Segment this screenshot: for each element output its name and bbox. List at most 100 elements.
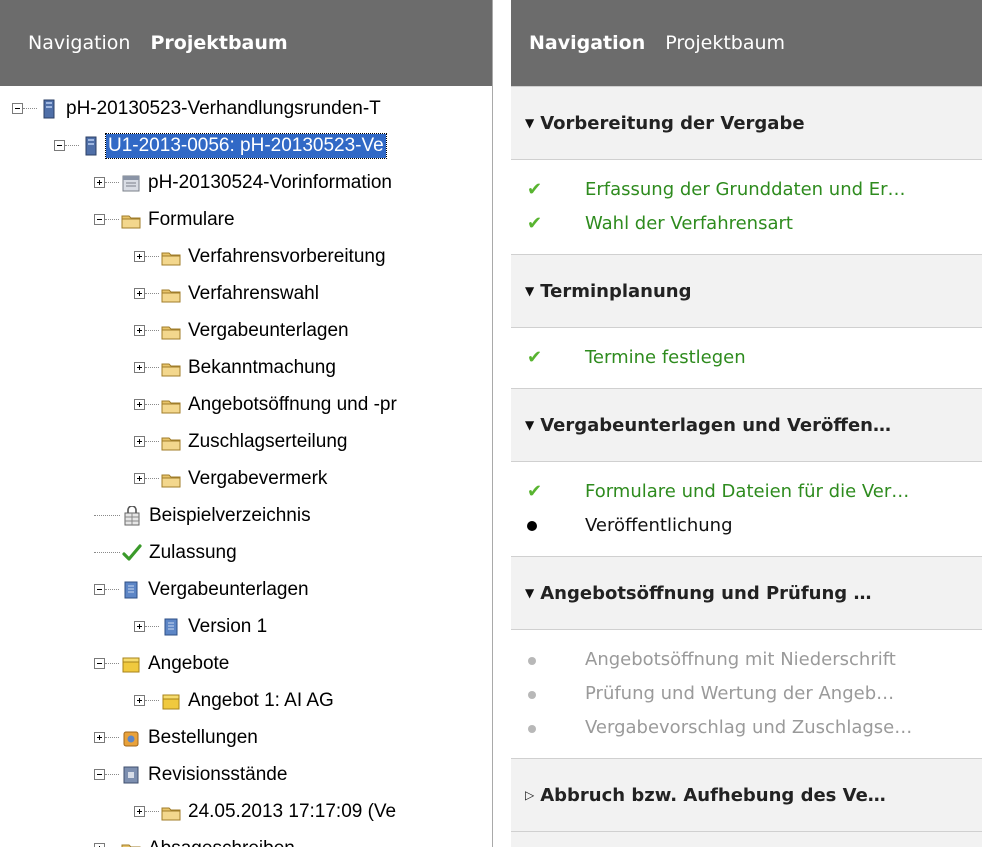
tree-node[interactable]: Zuschlagserteilung <box>0 423 492 460</box>
tab-navigation[interactable]: Navigation <box>529 32 645 54</box>
left-panel-header: Navigation Projektbaum <box>0 0 492 86</box>
tree-connector <box>105 182 119 183</box>
tree-node-label[interactable]: U1-2013-0056: pH-20130523-Ve <box>105 132 387 159</box>
collapse-toggle-icon[interactable] <box>94 769 105 780</box>
expand-toggle-icon[interactable] <box>134 436 145 447</box>
expand-toggle-icon[interactable] <box>134 251 145 262</box>
expand-toggle-icon[interactable] <box>94 732 105 743</box>
tree-node[interactable]: Angebot 1: AI AG <box>0 682 492 719</box>
checkmark-icon <box>122 543 142 563</box>
tree-node[interactable]: Revisionsstände <box>0 756 492 793</box>
tab-navigation[interactable]: Navigation <box>28 32 130 54</box>
tab-projektbaum[interactable]: Projektbaum <box>665 32 785 54</box>
project-tree: pH-20130523-Verhandlungsrunden-T U1-2013-… <box>0 86 492 847</box>
lock-table-icon <box>122 504 142 526</box>
section-header[interactable]: ▼ Vorbereitung der Vergabe <box>511 86 982 160</box>
triangle-down-icon: ▼ <box>525 284 535 298</box>
tree-node-label[interactable]: Verfahrensvorbereitung <box>186 245 388 269</box>
tree-node-label[interactable]: Angebot 1: AI AG <box>186 689 336 713</box>
workflow-step[interactable]: Veröffentlichung <box>511 508 982 542</box>
workflow-step[interactable]: ✔ Termine festlegen <box>511 340 982 374</box>
expand-toggle-icon[interactable] <box>94 843 105 847</box>
tree-node-label[interactable]: Zulassung <box>147 541 239 565</box>
server-icon <box>39 99 59 119</box>
section-title: Vergabeunterlagen und Veröffen… <box>540 414 891 436</box>
tree-node-label[interactable]: Revisionsstände <box>146 763 289 787</box>
folder-icon <box>121 210 141 230</box>
tree-node[interactable]: Vergabevermerk <box>0 460 492 497</box>
tree-node[interactable]: pH-20130523-Verhandlungsrunden-T <box>0 90 492 127</box>
tree-node-label[interactable]: Bestellungen <box>146 726 260 750</box>
tree-node-label[interactable]: Absageschreiben <box>146 837 297 847</box>
tree-node-label[interactable]: 24.05.2013 17:17:09 (Ve <box>186 800 398 824</box>
collapse-toggle-icon[interactable] <box>12 103 23 114</box>
tree-node-label[interactable]: Angebote <box>146 652 231 676</box>
expand-toggle-icon[interactable] <box>134 621 145 632</box>
tree-connector <box>105 774 119 775</box>
expand-toggle-icon[interactable] <box>134 325 145 336</box>
tree-node[interactable]: 24.05.2013 17:17:09 (Ve <box>0 793 492 830</box>
tree-node[interactable]: Zulassung <box>0 534 492 571</box>
expand-toggle-icon[interactable] <box>134 473 145 484</box>
panel-separator <box>493 0 511 847</box>
collapse-toggle-icon[interactable] <box>94 214 105 225</box>
tree-node[interactable]: Bekanntmachung <box>0 349 492 386</box>
tree-node-label[interactable]: Zuschlagserteilung <box>186 430 349 454</box>
tree-node[interactable]: Verfahrenswahl <box>0 275 492 312</box>
section-header[interactable]: ▼ Vergabeunterlagen und Veröffen… <box>511 388 982 462</box>
tree-node-label[interactable]: Verfahrenswahl <box>186 282 321 306</box>
checkmark-icon: ✔ <box>527 178 543 200</box>
expand-toggle-icon[interactable] <box>134 399 145 410</box>
tree-node-label[interactable]: Angebotsöffnung und -pr <box>186 393 399 417</box>
tree-node[interactable]: Angebotsöffnung und -pr <box>0 386 492 423</box>
tree-node-label[interactable]: Vergabeunterlagen <box>186 319 351 343</box>
tab-projektbaum[interactable]: Projektbaum <box>150 32 287 54</box>
tree-node[interactable]: Beispielverzeichnis <box>0 497 492 534</box>
tree-connector <box>145 811 159 812</box>
tree-node[interactable]: Vergabeunterlagen <box>0 571 492 608</box>
tree-node-label[interactable]: pH-20130523-Verhandlungsrunden-T <box>64 97 383 121</box>
triangle-down-icon: ▼ <box>525 418 535 432</box>
tree-node-label[interactable]: Formulare <box>146 208 237 232</box>
tree-connector <box>145 404 159 405</box>
tree-node[interactable]: Angebote <box>0 645 492 682</box>
expand-toggle-icon[interactable] <box>134 362 145 373</box>
tree-node[interactable]: Absageschreiben <box>0 830 492 847</box>
tree-node-label[interactable]: Bekanntmachung <box>186 356 338 380</box>
folder-icon <box>161 395 181 415</box>
section-header[interactable]: ▷ Abbruch bzw. Aufhebung des Ve… <box>511 758 982 832</box>
expand-toggle-icon[interactable] <box>134 695 145 706</box>
tree-node-label[interactable]: Beispielverzeichnis <box>147 504 313 528</box>
tree-node-label[interactable]: Version 1 <box>186 615 269 639</box>
tree-connector <box>65 145 79 146</box>
section-title: Abbruch bzw. Aufhebung des Ve… <box>540 784 886 806</box>
tree-connector <box>145 700 159 701</box>
folder-icon <box>161 469 181 489</box>
workflow-step[interactable]: ✔ Erfassung der Grunddaten und Er… <box>511 172 982 206</box>
section-header[interactable]: ▼ Angebotsöffnung und Prüfung … <box>511 556 982 630</box>
expand-toggle-icon[interactable] <box>94 177 105 188</box>
workflow-step: Angebotsöffnung mit Niederschrift <box>511 642 982 676</box>
collapse-toggle-icon[interactable] <box>94 658 105 669</box>
checkmark-icon: ✔ <box>527 346 543 368</box>
workflow-step[interactable]: ✔ Wahl der Verfahrensart <box>511 206 982 240</box>
section-header[interactable]: ▼ Terminplanung <box>511 254 982 328</box>
expand-toggle-icon[interactable] <box>134 288 145 299</box>
tree-node[interactable]: pH-20130524-Vorinformation <box>0 164 492 201</box>
document-icon <box>121 580 141 600</box>
collapse-toggle-icon[interactable] <box>94 584 105 595</box>
tree-node-label[interactable]: Vergabeunterlagen <box>146 578 311 602</box>
tree-node[interactable]: Version 1 <box>0 608 492 645</box>
tree-node[interactable]: Verfahrensvorbereitung <box>0 238 492 275</box>
tree-node[interactable]: Vergabeunterlagen <box>0 312 492 349</box>
collapse-toggle-icon[interactable] <box>54 140 65 151</box>
workflow-step[interactable]: ✔ Formulare und Dateien für die Ver… <box>511 474 982 508</box>
tree-node[interactable]: U1-2013-0056: pH-20130523-Ve <box>0 127 492 164</box>
project-tree-panel: Navigation Projektbaum pH-20130523-Verha… <box>0 0 493 847</box>
tree-node-label[interactable]: pH-20130524-Vorinformation <box>146 171 394 195</box>
checkmark-icon: ✔ <box>527 480 543 502</box>
tree-node-label[interactable]: Vergabevermerk <box>186 467 329 491</box>
tree-node[interactable]: Bestellungen <box>0 719 492 756</box>
tree-node[interactable]: Formulare <box>0 201 492 238</box>
expand-toggle-icon[interactable] <box>134 806 145 817</box>
